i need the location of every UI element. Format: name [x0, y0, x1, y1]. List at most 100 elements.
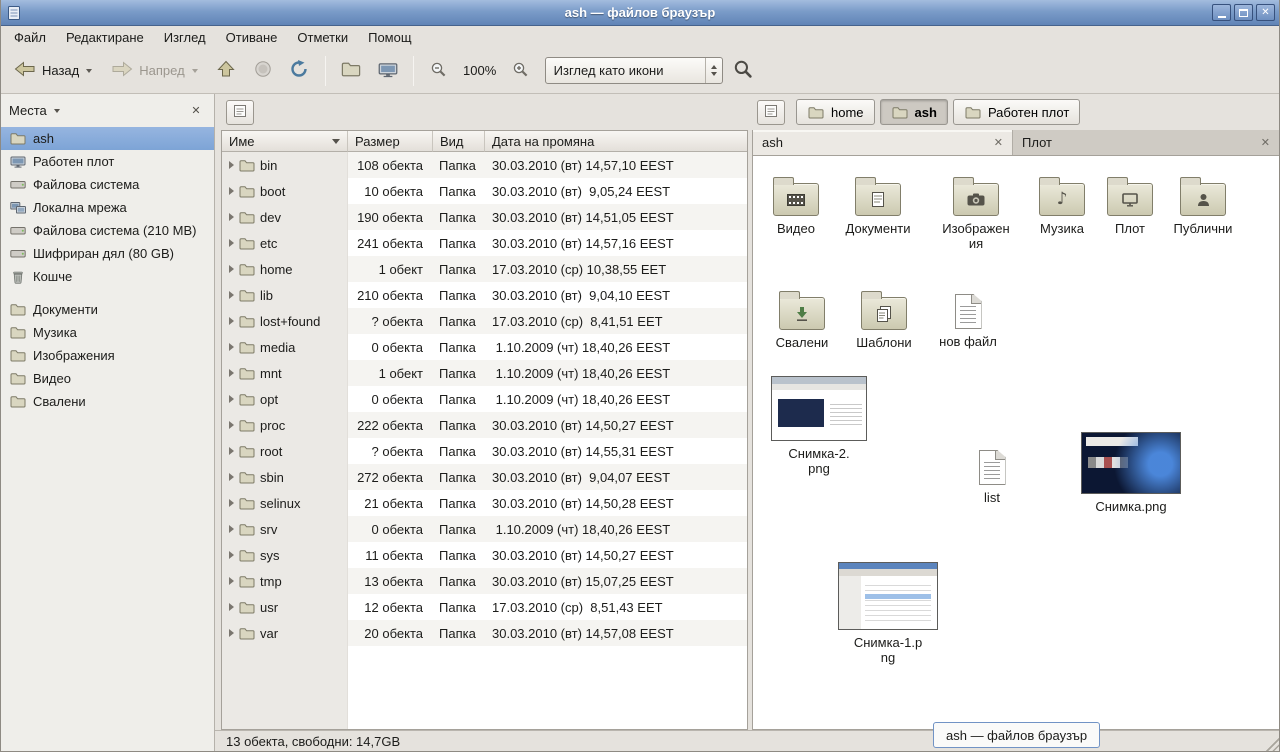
toggle-location-entry-button[interactable] — [757, 100, 785, 125]
menu-item-1[interactable]: Редактиране — [56, 27, 154, 48]
expander-icon[interactable] — [229, 525, 234, 533]
icon-view-item-12[interactable]: Снимка-1.png — [837, 562, 939, 665]
sidebar-item-4[interactable]: Файлова система (210 MB) — [0, 219, 214, 242]
stop-button[interactable] — [246, 54, 280, 88]
sidebar-item-9[interactable]: Музика — [0, 321, 214, 344]
expander-icon[interactable] — [229, 577, 234, 585]
expander-icon[interactable] — [229, 629, 234, 637]
titlebar[interactable]: ash — файлов браузър ✕ — [0, 0, 1280, 26]
tree-row-tmp[interactable]: tmp13 обектаПапка30.03.2010 (вт) 15,07,2… — [222, 568, 747, 594]
icon-view-item-7[interactable]: Шаблони — [849, 288, 919, 350]
tree-row-srv[interactable]: srv0 обектаПапка 1.10.2009 (чт) 18,40,26… — [222, 516, 747, 542]
menu-item-2[interactable]: Изглед — [154, 27, 216, 48]
tab-0[interactable]: ash✕ — [753, 130, 1013, 155]
reload-button[interactable] — [283, 54, 317, 88]
icon-view-item-11[interactable]: Снимка.png — [1079, 432, 1183, 514]
tab-1[interactable]: Плот✕ — [1013, 130, 1279, 155]
back-button[interactable]: Назад — [6, 54, 100, 88]
icon-view-item-1[interactable]: Документи — [833, 174, 923, 236]
tree-row-dev[interactable]: dev190 обектаПапка30.03.2010 (вт) 14,51,… — [222, 204, 747, 230]
search-button[interactable] — [726, 54, 760, 88]
tree-row-proc[interactable]: proc222 обектаПапка30.03.2010 (вт) 14,50… — [222, 412, 747, 438]
expander-icon[interactable] — [229, 291, 234, 299]
sidebar-item-10[interactable]: Изображения — [0, 344, 214, 367]
tree-row-home[interactable]: home1 обектПапка17.03.2010 (ср) 10,38,55… — [222, 256, 747, 282]
expander-icon[interactable] — [229, 421, 234, 429]
breadcrumb-button-1[interactable]: ash — [880, 99, 948, 125]
sidebar-title[interactable]: Места — [9, 103, 47, 118]
sidebar-close-button[interactable]: ✕ — [187, 102, 205, 120]
tree-row-lib[interactable]: lib210 обектаПапка30.03.2010 (вт) 9,04,1… — [222, 282, 747, 308]
expander-icon[interactable] — [229, 239, 234, 247]
close-button[interactable]: ✕ — [1256, 4, 1275, 21]
tab-close-icon[interactable]: ✕ — [994, 136, 1003, 149]
column-header-name[interactable]: Име — [222, 131, 348, 152]
icon-view-item-6[interactable]: Свалени — [767, 288, 837, 350]
expander-icon[interactable] — [229, 551, 234, 559]
expander-icon[interactable] — [229, 603, 234, 611]
icon-view-item-4[interactable]: Плот — [1099, 174, 1161, 236]
icon-view-item-9[interactable]: Снимка-2.png — [769, 376, 869, 476]
view-mode-select[interactable]: Изглед като икони — [545, 57, 723, 84]
column-header-size[interactable]: Размер — [348, 131, 433, 152]
maximize-button[interactable] — [1234, 4, 1253, 21]
zoom-out-button[interactable] — [422, 54, 456, 88]
expander-icon[interactable] — [229, 343, 234, 351]
minimize-button[interactable] — [1212, 4, 1231, 21]
column-header-type[interactable]: Вид — [433, 131, 485, 152]
expander-icon[interactable] — [229, 265, 234, 273]
up-button[interactable] — [209, 54, 243, 88]
home-button[interactable] — [334, 54, 368, 88]
sidebar-item-0[interactable]: ash — [0, 127, 214, 150]
breadcrumb-button-0[interactable]: home — [796, 99, 875, 125]
menu-item-5[interactable]: Помощ — [358, 27, 421, 48]
tree-row-root[interactable]: root? обектаПапка30.03.2010 (вт) 14,55,3… — [222, 438, 747, 464]
tree-row-usr[interactable]: usr12 обектаПапка17.03.2010 (ср) 8,51,43… — [222, 594, 747, 620]
toggle-location-entry-button[interactable] — [226, 100, 254, 125]
menu-item-4[interactable]: Отметки — [287, 27, 358, 48]
expander-icon[interactable] — [229, 317, 234, 325]
computer-button[interactable] — [371, 54, 405, 88]
sidebar-item-1[interactable]: Работен плот — [0, 150, 214, 173]
tree-row-boot[interactable]: boot10 обектаПапка30.03.2010 (вт) 9,05,2… — [222, 178, 747, 204]
sidebar-item-11[interactable]: Видео — [0, 367, 214, 390]
expander-icon[interactable] — [229, 499, 234, 507]
sidebar-item-2[interactable]: Файлова система — [0, 173, 214, 196]
tree-row-selinux[interactable]: selinux21 обектаПапка30.03.2010 (вт) 14,… — [222, 490, 747, 516]
sidebar-item-6[interactable]: Кошче — [0, 265, 214, 288]
expander-icon[interactable] — [229, 161, 234, 169]
expander-icon[interactable] — [229, 395, 234, 403]
sidebar-item-12[interactable]: Свалени — [0, 390, 214, 413]
sidebar-item-3[interactable]: Локална мрежа — [0, 196, 214, 219]
expander-icon[interactable] — [229, 187, 234, 195]
expander-icon[interactable] — [229, 447, 234, 455]
expander-icon[interactable] — [229, 213, 234, 221]
menu-item-3[interactable]: Отиване — [216, 27, 288, 48]
icon-view-item-0[interactable]: Видео — [764, 174, 828, 236]
tree-row-mnt[interactable]: mnt1 обектПапка 1.10.2009 (чт) 18,40,26 … — [222, 360, 747, 386]
forward-button[interactable]: Напред — [103, 54, 205, 88]
resize-grip[interactable] — [1264, 736, 1279, 751]
zoom-in-button[interactable] — [504, 54, 538, 88]
expander-icon[interactable] — [229, 369, 234, 377]
tree-row-lost+found[interactable]: lost+found? обектаПапка17.03.2010 (ср) 8… — [222, 308, 747, 334]
expander-icon[interactable] — [229, 473, 234, 481]
tree-row-sbin[interactable]: sbin272 обектаПапка30.03.2010 (вт) 9,04,… — [222, 464, 747, 490]
sidebar-item-8[interactable]: Документи — [0, 298, 214, 321]
tab-close-icon[interactable]: ✕ — [1261, 136, 1270, 149]
icon-view-item-8[interactable]: нов файл — [935, 288, 1001, 349]
tree-row-etc[interactable]: etc241 обектаПапка30.03.2010 (вт) 14,57,… — [222, 230, 747, 256]
menu-item-0[interactable]: Файл — [4, 27, 56, 48]
icon-view-item-5[interactable]: Публични — [1165, 174, 1241, 236]
icon-view-item-3[interactable]: ♪Музика — [1029, 174, 1095, 236]
tree-row-opt[interactable]: opt0 обектаПапка 1.10.2009 (чт) 18,40,26… — [222, 386, 747, 412]
sidebar-item-5[interactable]: Шифриран дял (80 GB) — [0, 242, 214, 265]
tree-row-bin[interactable]: bin108 обектаПапка30.03.2010 (вт) 14,57,… — [222, 152, 747, 178]
breadcrumb-button-2[interactable]: Работен плот — [953, 99, 1080, 125]
tree-row-sys[interactable]: sys11 обектаПапка30.03.2010 (вт) 14,50,2… — [222, 542, 747, 568]
tree-row-var[interactable]: var20 обектаПапка30.03.2010 (вт) 14,57,0… — [222, 620, 747, 646]
tree-row-media[interactable]: media0 обектаПапка 1.10.2009 (чт) 18,40,… — [222, 334, 747, 360]
icon-view-item-2[interactable]: Изображения — [939, 174, 1013, 251]
icon-view-item-10[interactable]: list — [975, 444, 1009, 505]
column-header-date[interactable]: Дата на промяна — [485, 131, 747, 152]
